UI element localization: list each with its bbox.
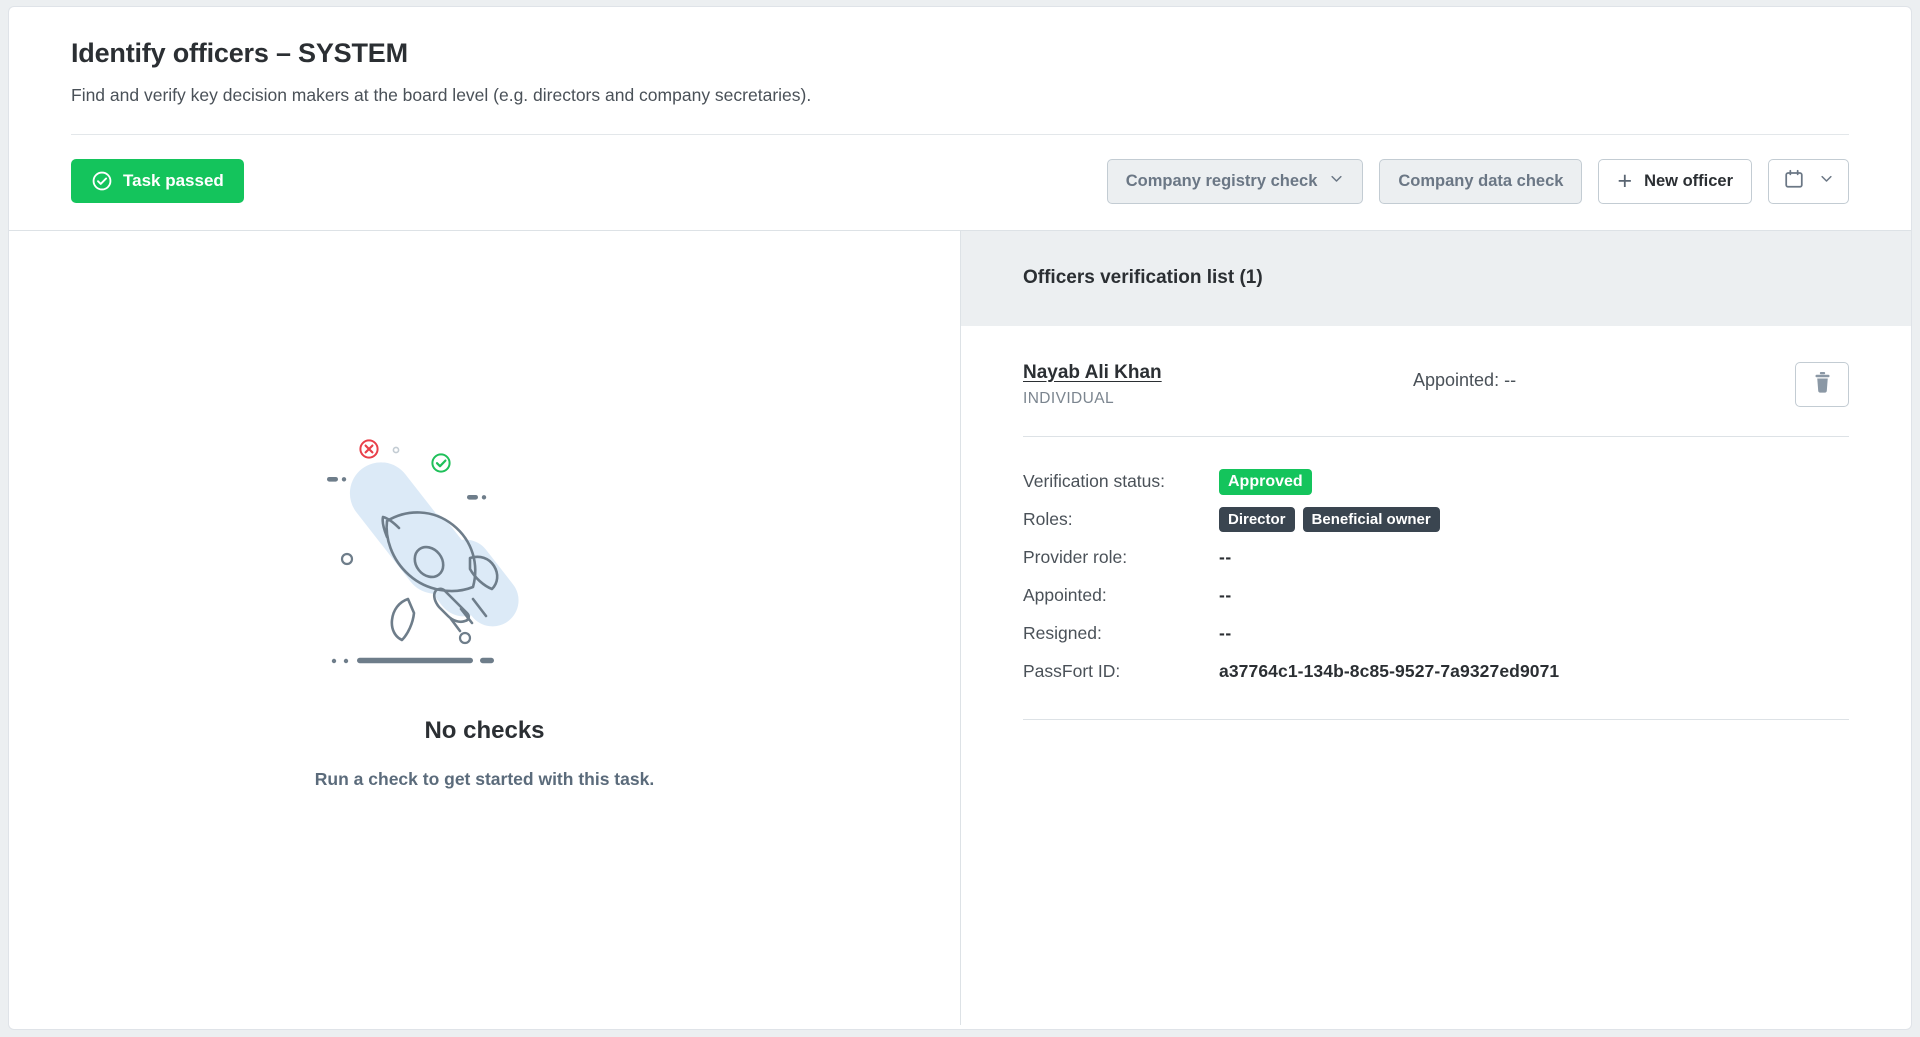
new-officer-label: New officer	[1644, 172, 1733, 191]
app-window: Identify officers – SYSTEM Find and veri…	[8, 6, 1912, 1030]
toolbar-actions: Company registry check Company data chec…	[1107, 159, 1849, 204]
error-circle-icon	[360, 441, 377, 458]
detail-row: Provider role: --	[1023, 539, 1849, 577]
chevron-down-icon	[1329, 171, 1344, 191]
officer-type-label: INDIVIDUAL	[1023, 390, 1413, 408]
detail-row: Roles: Director Beneficial owner	[1023, 501, 1849, 539]
detail-value-appointed: --	[1219, 585, 1232, 606]
detail-value-resigned: --	[1219, 623, 1232, 644]
detail-row: Appointed: --	[1023, 577, 1849, 615]
detail-label-passfort-id: PassFort ID:	[1023, 661, 1219, 682]
detail-value-passfort-id: a37764c1-134b-8c85-9527-7a9327ed9071	[1219, 661, 1559, 682]
officer-identity: Nayab Ali Khan INDIVIDUAL	[1023, 362, 1413, 408]
detail-row: Verification status: Approved	[1023, 463, 1849, 501]
role-badge-beneficial-owner: Beneficial owner	[1303, 507, 1440, 532]
page-subtitle: Find and verify key decision makers at t…	[71, 85, 1849, 106]
company-data-check-button[interactable]: Company data check	[1379, 159, 1582, 204]
detail-label-resigned: Resigned:	[1023, 623, 1219, 644]
detail-label-roles: Roles:	[1023, 509, 1219, 530]
rocket-illustration	[325, 431, 645, 681]
verification-status-badge: Approved	[1219, 469, 1312, 495]
content-area: No checks Run a check to get started wit…	[9, 230, 1911, 1025]
officer-details: Verification status: Approved Roles: Dir…	[1023, 437, 1849, 691]
success-circle-icon	[432, 455, 449, 472]
role-badge-director: Director	[1219, 507, 1295, 532]
checks-pane: No checks Run a check to get started wit…	[9, 231, 961, 1025]
officer-card: Nayab Ali Khan INDIVIDUAL Appointed: --	[961, 326, 1911, 720]
company-data-check-label: Company data check	[1398, 172, 1563, 191]
new-officer-button[interactable]: + New officer	[1598, 159, 1752, 204]
toolbar: Task passed Company registry check Compa…	[9, 135, 1911, 230]
status-badge: Task passed	[71, 159, 244, 203]
delete-officer-button[interactable]	[1795, 362, 1849, 407]
page-header: Identify officers – SYSTEM Find and veri…	[9, 7, 1911, 106]
calendar-icon	[1783, 168, 1805, 195]
officers-panel-title: Officers verification list (1)	[1023, 267, 1263, 289]
officers-panel-header: Officers verification list (1)	[961, 231, 1911, 326]
roles-badge-group: Director Beneficial owner	[1219, 507, 1440, 532]
detail-value-provider-role: --	[1219, 547, 1232, 568]
detail-label-verification-status: Verification status:	[1023, 471, 1219, 492]
status-badge-label: Task passed	[123, 171, 224, 191]
empty-state-title: No checks	[424, 717, 544, 745]
officer-name-link[interactable]: Nayab Ali Khan	[1023, 362, 1162, 383]
chevron-down-icon	[1819, 171, 1834, 191]
detail-row: Resigned: --	[1023, 615, 1849, 653]
calendar-dropdown-button[interactable]	[1768, 159, 1849, 204]
plus-icon: +	[1617, 169, 1632, 194]
officer-card-bottom-divider	[1023, 719, 1849, 720]
page-title: Identify officers – SYSTEM	[71, 39, 1849, 69]
officer-appointed-inline: Appointed: --	[1413, 362, 1795, 391]
trash-icon	[1812, 371, 1833, 397]
detail-row: PassFort ID: a37764c1-134b-8c85-9527-7a9…	[1023, 653, 1849, 691]
empty-state-subtitle: Run a check to get started with this tas…	[315, 769, 654, 790]
officer-summary-row: Nayab Ali Khan INDIVIDUAL Appointed: --	[1023, 362, 1849, 436]
check-circle-icon	[91, 170, 113, 192]
detail-label-provider-role: Provider role:	[1023, 547, 1219, 568]
company-registry-check-button[interactable]: Company registry check	[1107, 159, 1364, 204]
officers-pane: Officers verification list (1) Nayab Ali…	[961, 231, 1911, 1025]
company-registry-check-label: Company registry check	[1126, 172, 1318, 191]
detail-label-appointed: Appointed:	[1023, 585, 1219, 606]
